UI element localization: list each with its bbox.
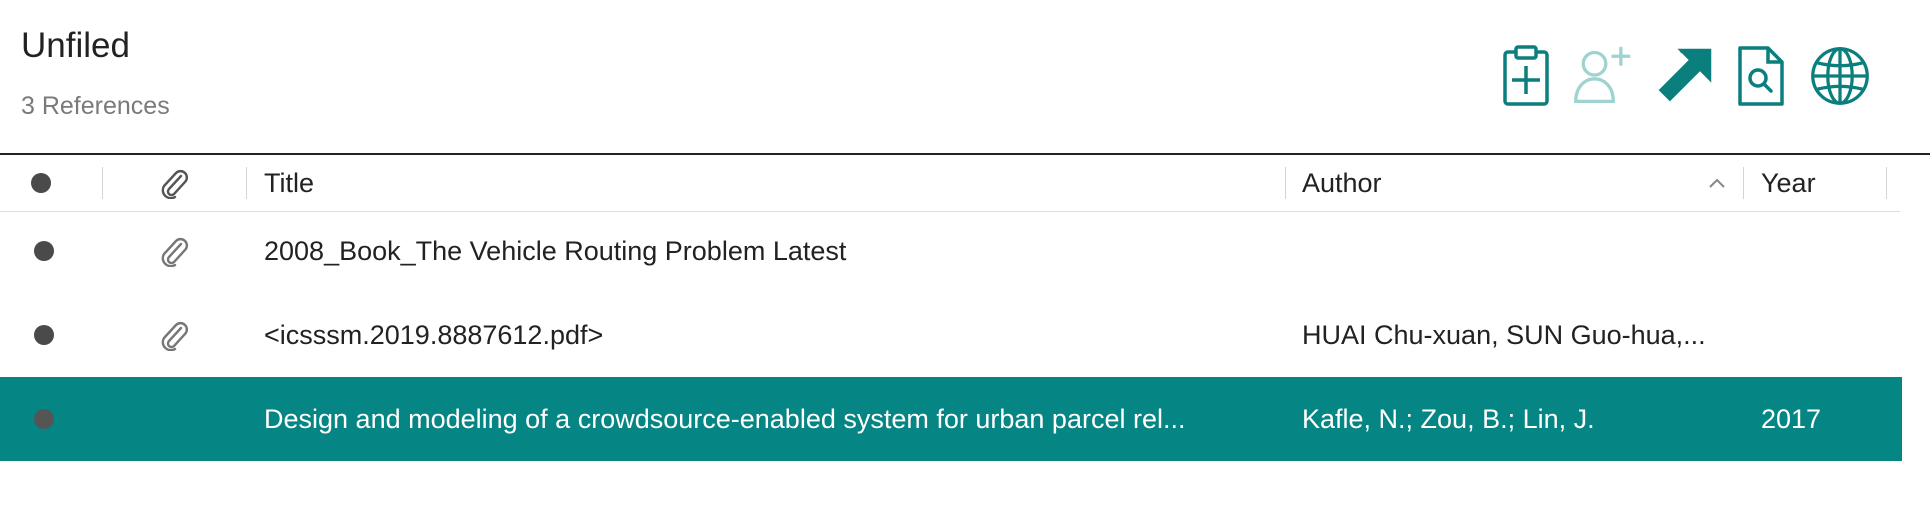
open-arrow-icon <box>1658 48 1712 102</box>
column-header-title[interactable]: Title <box>264 155 314 211</box>
column-separator[interactable] <box>102 167 103 199</box>
document-search-icon <box>1738 46 1784 106</box>
open-reference-button[interactable] <box>1653 40 1715 112</box>
column-header: Title Author Year <box>0 155 1900 212</box>
open-url-button[interactable] <box>1809 40 1871 112</box>
sort-ascending-icon <box>1709 178 1725 188</box>
row-year <box>1761 293 1881 377</box>
view-pdf-button[interactable] <box>1730 40 1792 112</box>
column-separator[interactable] <box>246 167 247 199</box>
row-title: Design and modeling of a crowdsource-ena… <box>264 403 1186 434</box>
attachment-icon[interactable] <box>157 235 189 267</box>
unread-dot-icon <box>34 241 54 261</box>
row-title: <icsssm.2019.8887612.pdf> <box>264 319 604 350</box>
row-title: 2008_Book_The Vehicle Routing Problem La… <box>264 235 847 266</box>
clipboard-add-icon <box>1503 45 1549 106</box>
row-author: Kafle, N.; Zou, B.; Lin, J. <box>1302 403 1595 434</box>
row-year: 2017 <box>1761 403 1822 434</box>
globe-icon <box>1811 47 1869 105</box>
library-header: Unfiled 3 References <box>0 0 1930 153</box>
table-row[interactable]: 2008_Book_The Vehicle Routing Problem La… <box>0 209 1902 293</box>
scrollbar-track[interactable] <box>1902 211 1930 520</box>
table-row-selected[interactable]: Design and modeling of a crowdsource-ena… <box>0 377 1902 461</box>
row-author <box>1302 209 1732 293</box>
attachment-icon[interactable] <box>157 319 189 351</box>
table-row[interactable]: <icsssm.2019.8887612.pdf> HUAI Chu-xuan,… <box>0 293 1902 377</box>
add-author-button[interactable] <box>1572 40 1634 112</box>
unread-dot-icon <box>34 409 54 429</box>
add-to-clipboard-button[interactable] <box>1495 40 1557 112</box>
collection-title: Unfiled <box>21 26 130 65</box>
column-header-author[interactable]: Author <box>1302 155 1382 211</box>
column-header-year[interactable]: Year <box>1761 155 1816 211</box>
column-separator[interactable] <box>1743 167 1744 199</box>
unread-dot-icon <box>34 325 54 345</box>
attachment-icon <box>161 170 188 199</box>
row-author: HUAI Chu-xuan, SUN Guo-hua,... <box>1302 319 1706 350</box>
row-year <box>1761 209 1881 293</box>
column-separator[interactable] <box>1886 167 1887 199</box>
add-person-icon <box>1574 46 1631 104</box>
column-header-read[interactable] <box>31 155 51 211</box>
read-status-icon <box>31 173 51 193</box>
column-header-attachment[interactable] <box>157 155 189 211</box>
reference-count: 3 References <box>21 92 170 120</box>
column-separator[interactable] <box>1285 167 1286 199</box>
